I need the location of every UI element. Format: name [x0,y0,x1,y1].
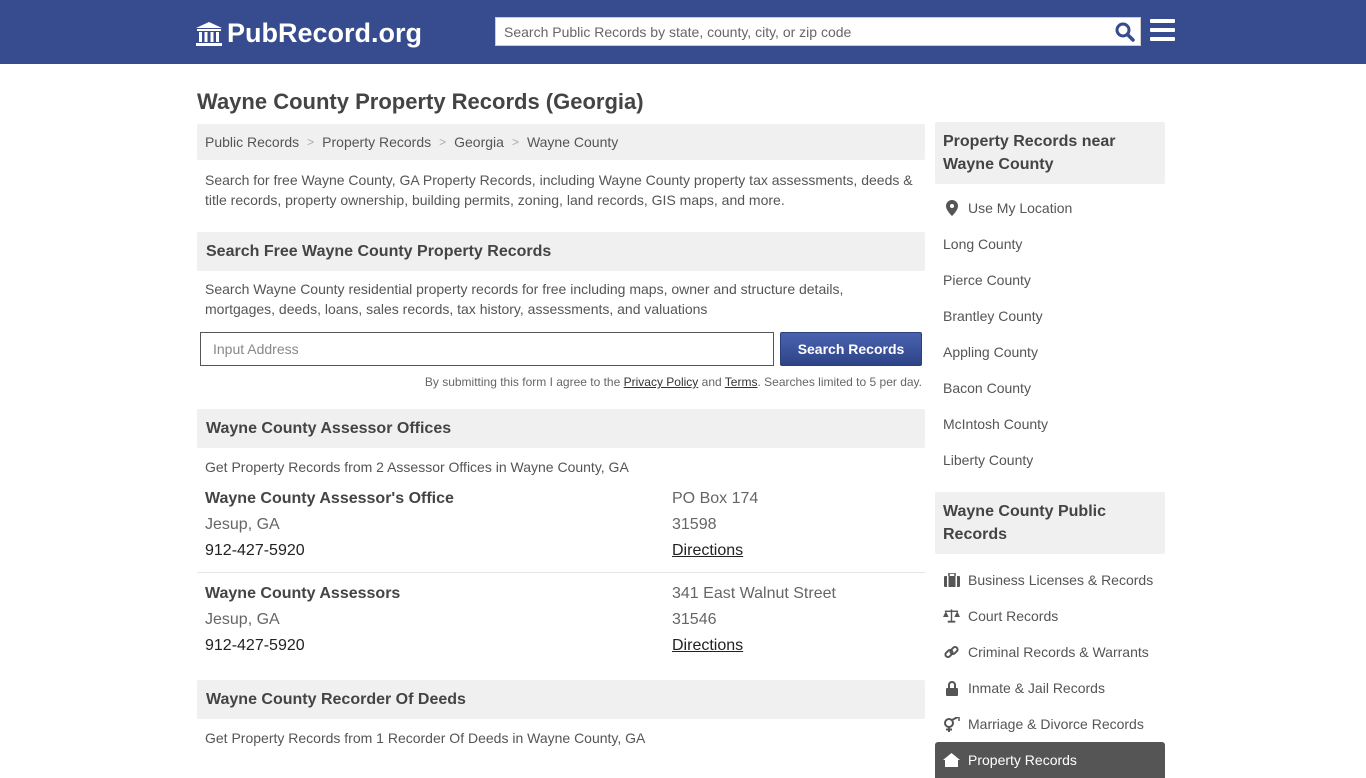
breadcrumb-current: Wayne County [526,134,619,150]
breadcrumb-separator: > [307,135,315,149]
home-icon [943,753,960,767]
nearby-list: Use My Location Long County Pierce Count… [935,184,1165,478]
link-icon [943,645,960,660]
public-records-heading: Wayne County Public Records [935,492,1165,554]
courthouse-icon [196,21,222,46]
page-intro: Search for free Wayne County, GA Propert… [205,172,913,208]
office-phone[interactable]: 912-427-5920 [205,538,672,564]
nearby-county-link[interactable]: Brantley County [935,298,1165,334]
office-city: Jesup, GA [205,516,280,533]
breadcrumb-public-records[interactable]: Public Records [205,134,299,150]
office-name: Wayne County Assessors [205,585,401,602]
nearby-county-link[interactable]: Appling County [935,334,1165,370]
gender-icon [943,716,960,732]
office-zip: 31598 [672,516,717,533]
breadcrumb-separator: > [439,135,447,149]
office-phone[interactable]: 912-427-5920 [205,633,672,659]
office-entry: Wayne County Assessors Jesup, GA 912-427… [197,581,925,659]
disclaimer-text: By submitting this form I agree to the [424,375,624,389]
assessor-offices-heading: Wayne County Assessor Offices [197,409,925,448]
sidebar-item-label: Court Records [968,608,1059,624]
directions-link[interactable]: Directions [672,542,743,559]
terms-link[interactable]: Terms [725,375,758,389]
address-search-form: Search Records [197,332,925,366]
search-section-heading: Search Free Wayne County Property Record… [197,232,925,271]
address-input[interactable] [200,332,774,366]
page-title: Wayne County Property Records (Georgia) [197,89,644,114]
map-marker-icon [943,200,960,216]
briefcase-icon [943,573,960,587]
lock-icon [943,680,960,696]
sidebar-item-inmate[interactable]: Inmate & Jail Records [935,670,1165,706]
assessor-offices-description: Get Property Records from 2 Assessor Off… [205,459,629,475]
site-search [495,17,1141,46]
recorder-heading: Wayne County Recorder Of Deeds [197,680,925,719]
use-location-label: Use My Location [968,200,1073,216]
nearby-county-link[interactable]: Long County [935,226,1165,262]
sidebar-item-business[interactable]: Business Licenses & Records [935,562,1165,598]
search-icon[interactable] [1110,18,1140,45]
nearby-county-link[interactable]: McIntosh County [935,406,1165,442]
office-name: Wayne County Assessor's Office [205,490,454,507]
breadcrumb: Public Records > Property Records > Geor… [197,124,925,160]
nearby-county-link[interactable]: Bacon County [935,370,1165,406]
sidebar-item-label: Inmate & Jail Records [968,680,1105,696]
office-address: 341 East Walnut Street [672,585,836,602]
office-city: Jesup, GA [205,611,280,628]
sidebar-item-label: Criminal Records & Warrants [968,644,1149,660]
privacy-policy-link[interactable]: Privacy Policy [624,375,699,389]
breadcrumb-separator: > [511,135,519,149]
sidebar-item-property[interactable]: Property Records [935,742,1165,778]
directions-link[interactable]: Directions [672,637,743,654]
recorder-description: Get Property Records from 1 Recorder Of … [205,730,646,746]
site-search-input[interactable] [496,18,1110,45]
sidebar-item-label: Marriage & Divorce Records [968,716,1144,732]
nearby-county-link[interactable]: Liberty County [935,442,1165,478]
sidebar-item-marriage[interactable]: Marriage & Divorce Records [935,706,1165,742]
top-navbar: PubRecord.org [0,0,1366,64]
public-records-list: Business Licenses & Records Court Record… [935,554,1165,778]
nearby-county-link[interactable]: Pierce County [935,262,1165,298]
scales-icon [943,609,960,623]
sidebar-item-label: Property Records [968,752,1077,768]
search-records-button[interactable]: Search Records [780,332,922,366]
sidebar-item-label: Business Licenses & Records [968,572,1154,588]
sidebar: Property Records near Wayne County Use M… [935,122,1165,778]
use-my-location[interactable]: Use My Location [935,190,1165,226]
disclaimer-text: . Searches limited to 5 per day. [757,375,922,389]
site-logo[interactable]: PubRecord.org [195,18,422,49]
form-disclaimer: By submitting this form I agree to the P… [197,375,925,389]
office-zip: 31546 [672,611,717,628]
nearby-heading: Property Records near Wayne County [935,122,1165,184]
main-content: Wayne County Property Records (Georgia) … [197,64,925,748]
search-section-description: Search Wayne County residential property… [205,281,844,317]
hamburger-menu-icon[interactable] [1150,19,1175,41]
sidebar-item-criminal[interactable]: Criminal Records & Warrants [935,634,1165,670]
disclaimer-text: and [698,375,725,389]
breadcrumb-property-records[interactable]: Property Records [322,134,431,150]
office-address: PO Box 174 [672,490,759,507]
sidebar-item-court[interactable]: Court Records [935,598,1165,634]
divider [197,572,925,573]
logo-text: PubRecord.org [227,18,423,48]
breadcrumb-georgia[interactable]: Georgia [454,134,504,150]
office-entry: Wayne County Assessor's Office Jesup, GA… [197,486,925,564]
